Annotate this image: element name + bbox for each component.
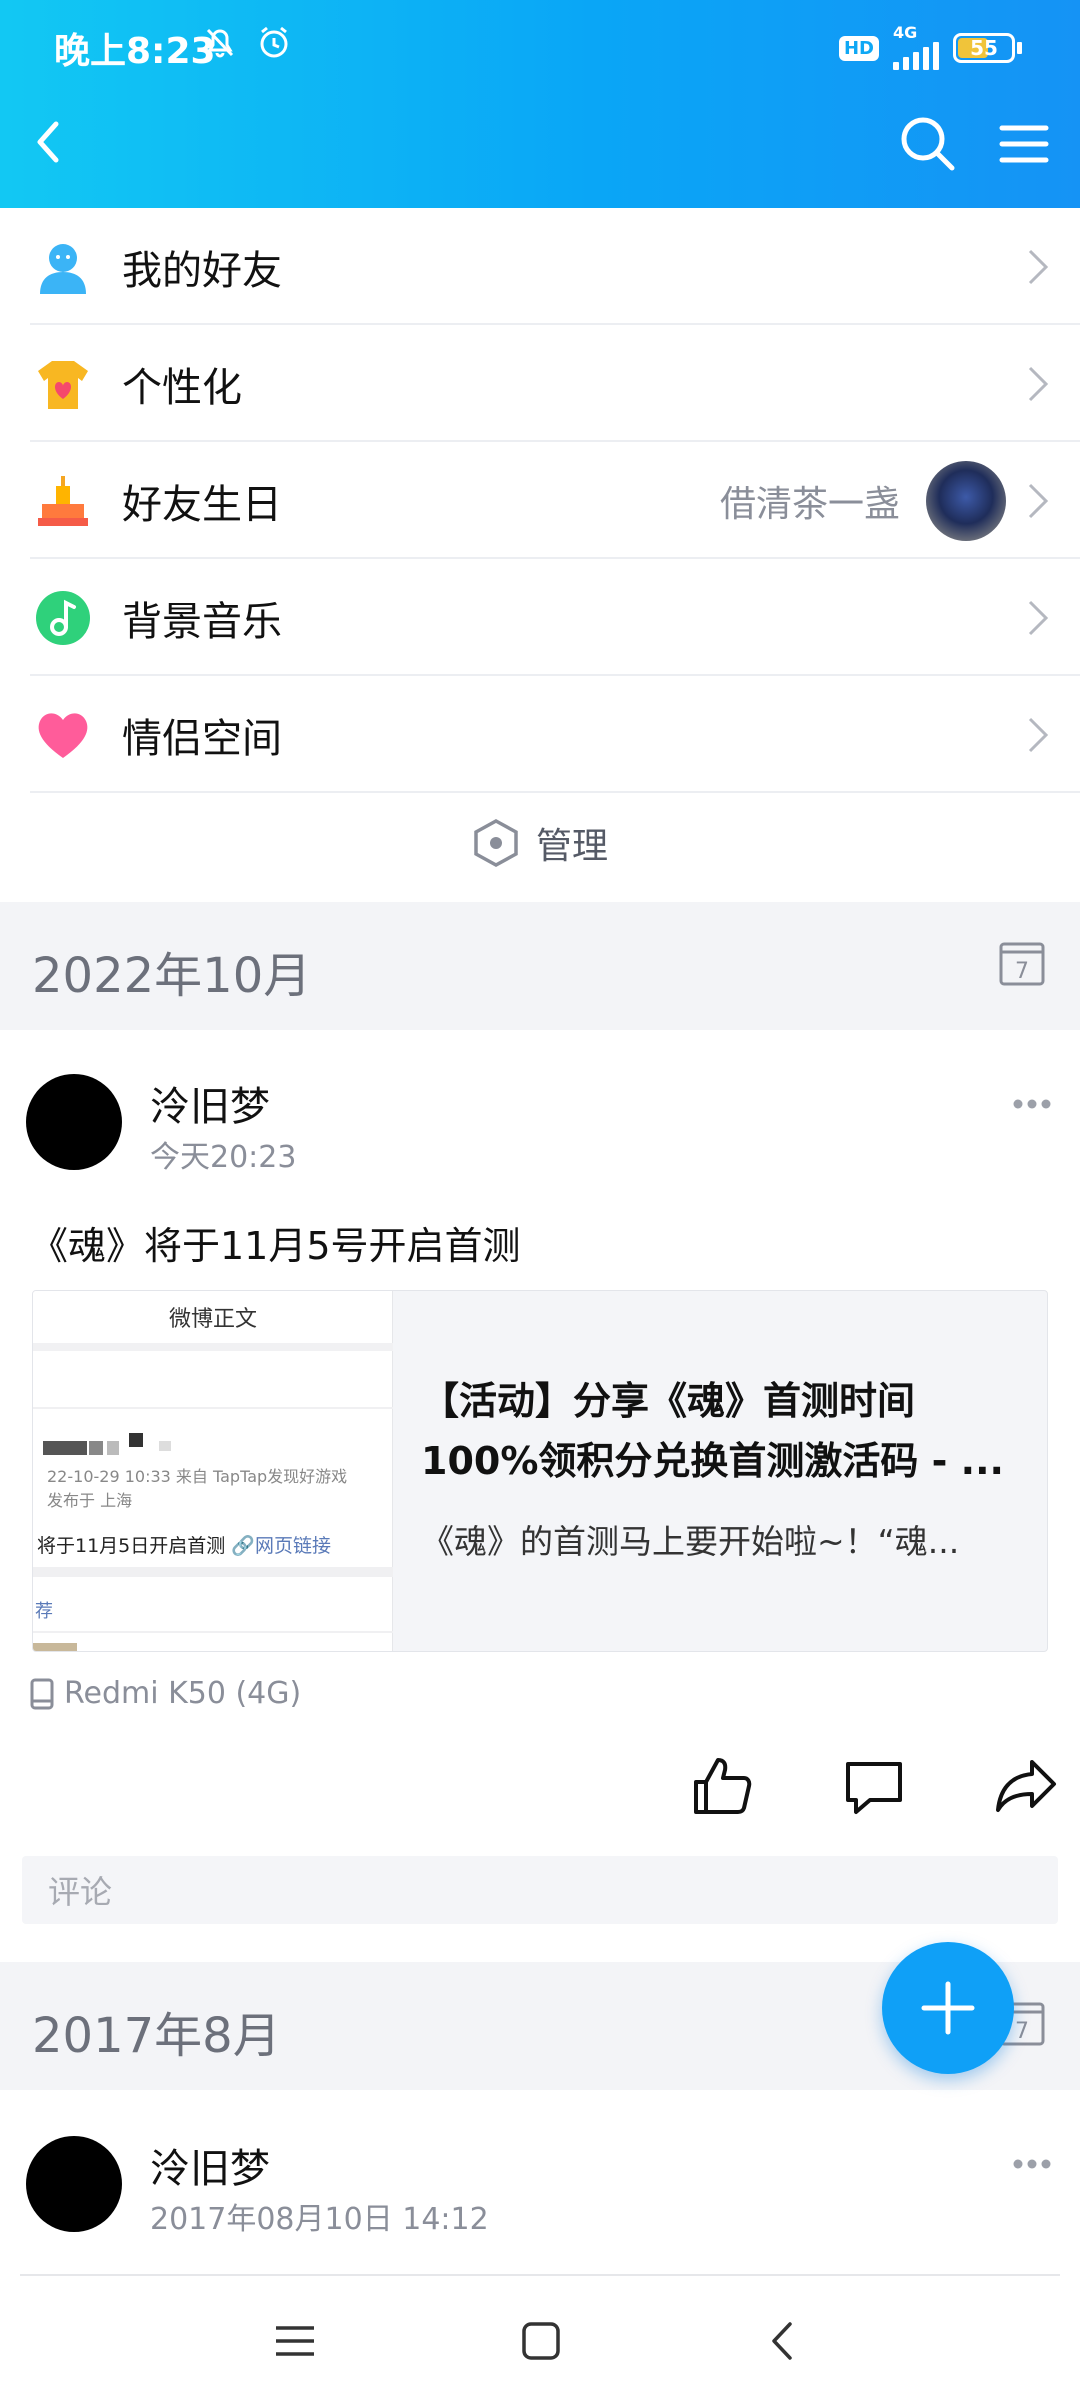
status-icons: [200, 22, 294, 62]
menu-label: 好友生日: [122, 481, 282, 528]
menu-item-music[interactable]: 背景音乐: [0, 559, 1080, 676]
battery-icon: 55: [953, 33, 1015, 63]
home-icon[interactable]: [516, 2316, 566, 2366]
chevron-right-icon: [1028, 249, 1049, 284]
music-icon: [36, 590, 90, 645]
thumb-header: 微博正文: [33, 1291, 393, 1351]
post-time: 2017年08月10日 14:12: [150, 2202, 489, 2237]
menu-item-friends[interactable]: 我的好友: [0, 208, 1080, 325]
thumb-meta: 22-10-29 10:33 来自 TapTap发现好游戏: [47, 1467, 348, 1486]
new-post-button[interactable]: [882, 1942, 1014, 2074]
thumb-meta: 发布于 上海: [47, 1491, 133, 1510]
friends-icon: [40, 243, 86, 294]
search-icon[interactable]: [896, 112, 960, 176]
phone-icon: [30, 1678, 54, 1709]
like-icon[interactable]: [690, 1754, 754, 1818]
share-card-description: 《魂》的首测马上要开始啦~！“魂...: [421, 1522, 960, 1561]
menu-label: 情侣空间: [122, 715, 282, 762]
battery-level: 55: [970, 36, 998, 60]
back-nav-icon[interactable]: [758, 2316, 808, 2366]
svg-text:7: 7: [1015, 2019, 1029, 2044]
date-label: 2022年10月: [32, 948, 312, 1004]
network-type: 4G: [893, 23, 918, 42]
system-navbar: [0, 2276, 1080, 2400]
avatar[interactable]: [26, 1074, 122, 1170]
manage-button[interactable]: 管理: [0, 786, 1080, 900]
chevron-right-icon: [1028, 366, 1049, 401]
birthday-cake-icon: [38, 475, 88, 526]
post-author[interactable]: 泠旧梦: [150, 2136, 270, 2194]
svg-text:7: 7: [1015, 959, 1029, 984]
calendar-icon[interactable]: 7: [998, 938, 1046, 988]
menu-item-birthday[interactable]: 好友生日 借清茶一盏: [0, 442, 1080, 559]
status-time: 晚上8:23: [54, 31, 216, 72]
signal-icon: 4G: [893, 23, 939, 70]
menu-icon[interactable]: [996, 116, 1052, 172]
thumb-caption: 将于11月5日开启首测 🔗网页链接: [37, 1535, 331, 1557]
share-icon[interactable]: [994, 1754, 1058, 1818]
post-time: 今天20:23: [150, 1140, 297, 1175]
post-author[interactable]: 泠旧梦: [150, 1074, 270, 1132]
plus-icon: [921, 1981, 975, 2035]
more-icon[interactable]: [1012, 1098, 1052, 1110]
friend-avatar: [926, 460, 1006, 541]
share-thumbnail: 微博正文 22-10-29 10:33 来自 TapTap发现好游戏 发布于 上…: [33, 1291, 393, 1651]
menu-label: 背景音乐: [122, 598, 282, 645]
alarm-icon: [260, 26, 288, 58]
post-text: 《魂》将于11月5号开启首测: [30, 1224, 521, 1268]
date-header: 2022年10月 7: [0, 902, 1080, 1030]
chevron-right-icon: [1028, 483, 1049, 518]
device-info: Redmi K50 (4G): [30, 1676, 301, 1711]
status-right: HD 4G 55: [838, 23, 1022, 70]
profile-menu: 我的好友 个性化 好友生日 借清茶一盏 背景音乐 情侣空间: [0, 208, 1080, 793]
share-card-title: 【活动】分享《魂》首测时间 100%领积分兑换首测激活码 - ...: [421, 1379, 1004, 1483]
menu-item-personalize[interactable]: 个性化: [0, 325, 1080, 442]
personalize-icon: [38, 360, 88, 409]
hd-badge: HD: [838, 35, 879, 61]
birthday-friend-name: 借清茶一盏: [719, 483, 900, 525]
avatar[interactable]: [26, 2136, 122, 2232]
mute-bell-icon: [206, 28, 234, 58]
menu-item-couple-space[interactable]: 情侣空间: [0, 676, 1080, 793]
chevron-right-icon: [1028, 600, 1049, 635]
menu-label: 我的好友: [122, 247, 282, 294]
app-header: 晚上8:23 HD 4G 55: [0, 0, 1080, 208]
date-label: 2017年8月: [32, 2008, 281, 2064]
back-icon[interactable]: [20, 112, 80, 172]
comment-icon[interactable]: [842, 1754, 906, 1818]
thumb-tag: 荐: [35, 1601, 53, 1622]
comment-input[interactable]: 评论: [22, 1856, 1058, 1924]
heart-icon: [38, 712, 88, 758]
chevron-right-icon: [1028, 717, 1049, 752]
device-name: Redmi K50 (4G): [64, 1676, 302, 1711]
manage-label: 管理: [535, 826, 608, 867]
more-icon[interactable]: [1012, 2158, 1052, 2170]
share-link-card[interactable]: 微博正文 22-10-29 10:33 来自 TapTap发现好游戏 发布于 上…: [32, 1290, 1048, 1652]
menu-label: 个性化: [122, 364, 242, 411]
settings-hex-icon: [474, 819, 518, 867]
recents-icon[interactable]: [270, 2316, 320, 2366]
